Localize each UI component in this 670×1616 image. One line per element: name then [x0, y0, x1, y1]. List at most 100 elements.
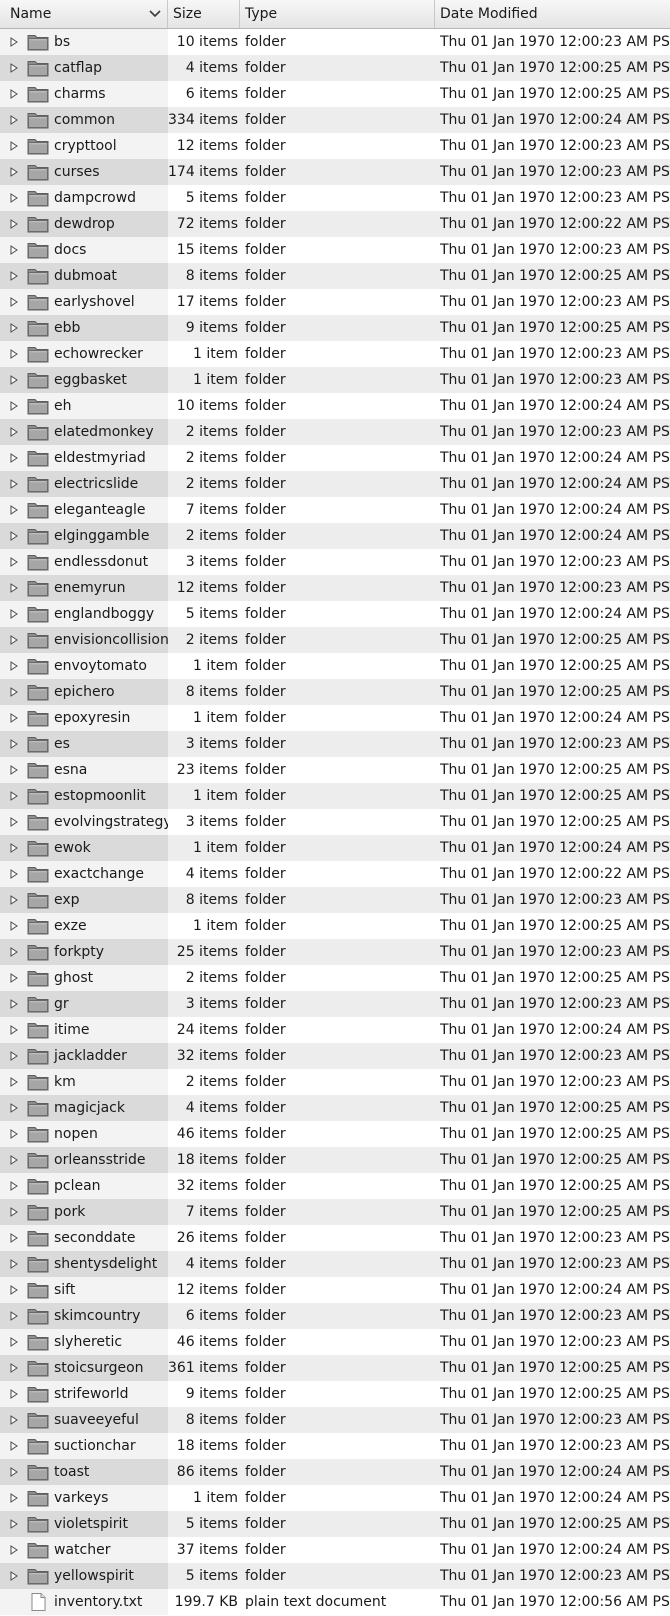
expand-triangle-icon[interactable] [5, 1251, 23, 1277]
expand-triangle-icon[interactable] [5, 939, 23, 965]
expand-triangle-icon[interactable] [5, 133, 23, 159]
expand-triangle-icon[interactable] [5, 159, 23, 185]
folder-row[interactable]: estopmoonlit 1 item folder Thu 01 Jan 1970 … [0, 783, 670, 809]
folder-row[interactable]: envoytomato 1 item folder Thu 01 Jan 1970 1… [0, 653, 670, 679]
expand-triangle-icon[interactable] [5, 419, 23, 445]
expand-triangle-icon[interactable] [5, 783, 23, 809]
folder-row[interactable]: evolvingstrategy 3 items folder Thu 01 Jan … [0, 809, 670, 835]
expand-triangle-icon[interactable] [5, 887, 23, 913]
expand-triangle-icon[interactable] [5, 861, 23, 887]
folder-row[interactable]: dubmoat 8 items folder Thu 01 Jan 1970 12:0… [0, 263, 670, 289]
expand-triangle-icon[interactable] [5, 211, 23, 237]
column-header-name[interactable]: Name [0, 0, 168, 28]
expand-triangle-icon[interactable] [5, 55, 23, 81]
expand-triangle-icon[interactable] [5, 1407, 23, 1433]
folder-row[interactable]: es 3 items folder Thu 01 Jan 1970 12:00:23 … [0, 731, 670, 757]
folder-row[interactable]: skimcountry 6 items folder Thu 01 Jan 1970 … [0, 1303, 670, 1329]
expand-triangle-icon[interactable] [5, 1277, 23, 1303]
folder-row[interactable]: exactchange 4 items folder Thu 01 Jan 1970 … [0, 861, 670, 887]
folder-row[interactable]: ewok 1 item folder Thu 01 Jan 1970 12:00:24… [0, 835, 670, 861]
folder-row[interactable]: km 2 items folder Thu 01 Jan 1970 12:00:23 … [0, 1069, 670, 1095]
expand-triangle-icon[interactable] [5, 549, 23, 575]
folder-row[interactable]: varkeys 1 item folder Thu 01 Jan 1970 12:00… [0, 1485, 670, 1511]
folder-row[interactable]: magicjack 4 items folder Thu 01 Jan 1970 12… [0, 1095, 670, 1121]
expand-triangle-icon[interactable] [5, 991, 23, 1017]
folder-row[interactable]: pork 7 items folder Thu 01 Jan 1970 12:00:2… [0, 1199, 670, 1225]
expand-triangle-icon[interactable] [5, 731, 23, 757]
expand-triangle-icon[interactable] [5, 1173, 23, 1199]
folder-row[interactable]: exze 1 item folder Thu 01 Jan 1970 12:00:25… [0, 913, 670, 939]
folder-row[interactable]: seconddate 26 items folder Thu 01 Jan 1970 … [0, 1225, 670, 1251]
folder-row[interactable]: earlyshovel 17 items folder Thu 01 Jan 1970… [0, 289, 670, 315]
folder-row[interactable]: jackladder 32 items folder Thu 01 Jan 1970 … [0, 1043, 670, 1069]
folder-row[interactable]: shentysdelight 4 items folder Thu 01 Jan 19… [0, 1251, 670, 1277]
expand-triangle-icon[interactable] [5, 393, 23, 419]
expand-triangle-icon[interactable] [5, 757, 23, 783]
expand-triangle-icon[interactable] [5, 1121, 23, 1147]
expand-triangle-icon[interactable] [5, 705, 23, 731]
expand-triangle-icon[interactable] [5, 965, 23, 991]
expand-triangle-icon[interactable] [5, 809, 23, 835]
expand-triangle-icon[interactable] [5, 1225, 23, 1251]
folder-row[interactable]: yellowspirit 5 items folder Thu 01 Jan 1970… [0, 1563, 670, 1589]
folder-row[interactable]: elatedmonkey 2 items folder Thu 01 Jan 1970… [0, 419, 670, 445]
folder-row[interactable]: suctionchar 18 items folder Thu 01 Jan 1970… [0, 1433, 670, 1459]
folder-row[interactable]: stoicsurgeon 361 items folder Thu 01 Jan 19… [0, 1355, 670, 1381]
expand-triangle-icon[interactable] [5, 29, 23, 55]
folder-row[interactable]: catflap 4 items folder Thu 01 Jan 1970 12:0… [0, 55, 670, 81]
folder-row[interactable]: crypttool 12 items folder Thu 01 Jan 1970 1… [0, 133, 670, 159]
expand-triangle-icon[interactable] [5, 1147, 23, 1173]
expand-triangle-icon[interactable] [5, 1069, 23, 1095]
folder-row[interactable]: dewdrop 72 items folder Thu 01 Jan 1970 12:… [0, 211, 670, 237]
column-header-date-modified[interactable]: Date Modified [435, 0, 670, 28]
expand-triangle-icon[interactable] [5, 185, 23, 211]
folder-row[interactable]: orleansstride 18 items folder Thu 01 Jan 19… [0, 1147, 670, 1173]
folder-row[interactable]: eleganteagle 7 items folder Thu 01 Jan 1970… [0, 497, 670, 523]
expand-triangle-icon[interactable] [5, 1017, 23, 1043]
expand-triangle-icon[interactable] [5, 1043, 23, 1069]
folder-row[interactable]: englandboggy 5 items folder Thu 01 Jan 1970… [0, 601, 670, 627]
expand-triangle-icon[interactable] [5, 315, 23, 341]
expand-triangle-icon[interactable] [5, 1485, 23, 1511]
folder-row[interactable]: nopen 46 items folder Thu 01 Jan 1970 12:00… [0, 1121, 670, 1147]
folder-row[interactable]: docs 15 items folder Thu 01 Jan 1970 12:00:… [0, 237, 670, 263]
expand-triangle-icon[interactable] [5, 107, 23, 133]
expand-triangle-icon[interactable] [5, 1511, 23, 1537]
column-header-type[interactable]: Type [240, 0, 435, 28]
folder-row[interactable]: gr 3 items folder Thu 01 Jan 1970 12:00:23 … [0, 991, 670, 1017]
expand-triangle-icon[interactable] [5, 471, 23, 497]
folder-row[interactable]: enemyrun 12 items folder Thu 01 Jan 1970 12… [0, 575, 670, 601]
folder-row[interactable]: suaveeyeful 8 items folder Thu 01 Jan 1970 … [0, 1407, 670, 1433]
expand-triangle-icon[interactable] [5, 835, 23, 861]
folder-row[interactable]: pclean 32 items folder Thu 01 Jan 1970 12:0… [0, 1173, 670, 1199]
folder-row[interactable]: epichero 8 items folder Thu 01 Jan 1970 12:… [0, 679, 670, 705]
folder-row[interactable]: itime 24 items folder Thu 01 Jan 1970 12:00… [0, 1017, 670, 1043]
expand-triangle-icon[interactable] [5, 497, 23, 523]
expand-triangle-icon[interactable] [5, 237, 23, 263]
expand-triangle-icon[interactable] [5, 1433, 23, 1459]
expand-triangle-icon[interactable] [5, 679, 23, 705]
expand-triangle-icon[interactable] [5, 367, 23, 393]
folder-row[interactable]: eh 10 items folder Thu 01 Jan 1970 12:00:24… [0, 393, 670, 419]
folder-row[interactable]: ghost 2 items folder Thu 01 Jan 1970 12:00:… [0, 965, 670, 991]
folder-row[interactable]: bs 10 items folder Thu 01 Jan 1970 12:00:23… [0, 29, 670, 55]
expand-triangle-icon[interactable] [5, 601, 23, 627]
expand-triangle-icon[interactable] [5, 913, 23, 939]
expand-triangle-icon[interactable] [5, 1537, 23, 1563]
folder-row[interactable]: envisioncollision 2 items folder Thu 01 Jan… [0, 627, 670, 653]
folder-row[interactable]: dampcrowd 5 items folder Thu 01 Jan 1970 12… [0, 185, 670, 211]
expand-triangle-icon[interactable] [5, 523, 23, 549]
folder-row[interactable]: exp 8 items folder Thu 01 Jan 1970 12:00:23… [0, 887, 670, 913]
folder-row[interactable]: toast 86 items folder Thu 01 Jan 1970 12:00… [0, 1459, 670, 1485]
folder-row[interactable]: eggbasket 1 item folder Thu 01 Jan 1970 12:… [0, 367, 670, 393]
folder-row[interactable]: watcher 37 items folder Thu 01 Jan 1970 12:… [0, 1537, 670, 1563]
folder-row[interactable]: eldestmyriad 2 items folder Thu 01 Jan 1970… [0, 445, 670, 471]
folder-row[interactable]: common 334 items folder Thu 01 Jan 1970 12:… [0, 107, 670, 133]
folder-row[interactable]: esna 23 items folder Thu 01 Jan 1970 12:00:… [0, 757, 670, 783]
expand-triangle-icon[interactable] [5, 263, 23, 289]
folder-row[interactable]: slyheretic 46 items folder Thu 01 Jan 1970 … [0, 1329, 670, 1355]
expand-triangle-icon[interactable] [5, 1199, 23, 1225]
expand-triangle-icon[interactable] [5, 627, 23, 653]
folder-row[interactable]: endlessdonut 3 items folder Thu 01 Jan 1970… [0, 549, 670, 575]
folder-row[interactable]: strifeworld 9 items folder Thu 01 Jan 1970 … [0, 1381, 670, 1407]
